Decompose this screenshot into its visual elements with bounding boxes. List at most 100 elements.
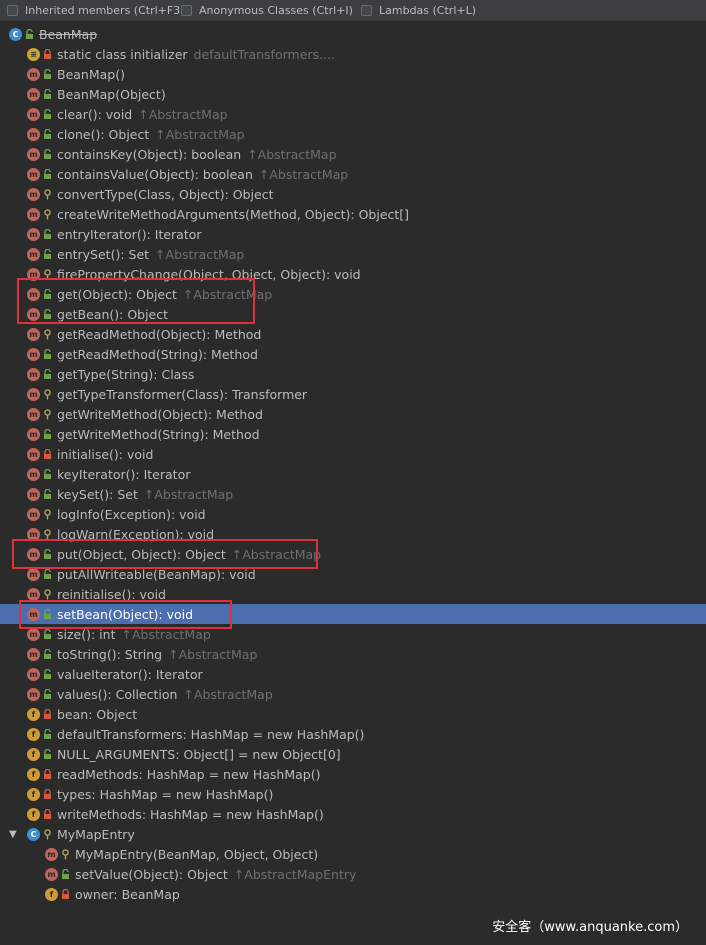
anonymous-classes-option[interactable]: Anonymous Classes (Ctrl+I) bbox=[181, 3, 353, 17]
protected-visibility-icon bbox=[43, 508, 52, 520]
anonymous-classes-label: Anonymous Classes (Ctrl+I) bbox=[199, 3, 353, 17]
public-visibility-icon bbox=[43, 628, 52, 640]
public-visibility-icon bbox=[43, 68, 52, 80]
inherited-members-checkbox[interactable] bbox=[7, 4, 18, 16]
protected-visibility-icon bbox=[43, 528, 52, 540]
tree-item-label: MyMapEntry bbox=[57, 826, 135, 842]
tree-item-label: keySet(): Set bbox=[57, 486, 138, 502]
tree-item-gettypetransformer[interactable]: m getTypeTransformer(Class): Transformer bbox=[0, 384, 706, 404]
tree-item-getwritemethod[interactable]: m getWriteMethod(String): Method bbox=[0, 424, 706, 444]
inherited-from-label: ↑AbstractMap bbox=[155, 126, 245, 142]
tree-item-label: getWriteMethod(String): Method bbox=[57, 426, 260, 442]
method-icon: m bbox=[27, 467, 40, 481]
tree-item-size[interactable]: m size(): int ↑AbstractMap bbox=[0, 624, 706, 644]
tree-item-label: containsKey(Object): boolean bbox=[57, 146, 242, 162]
method-icon: m bbox=[27, 67, 40, 81]
tree-item-setvalue[interactable]: m setValue(Object): Object ↑AbstractMapEnt… bbox=[0, 864, 706, 884]
tree-item-get[interactable]: m get(Object): Object ↑AbstractMap bbox=[0, 284, 706, 304]
tree-item-label: get(Object): Object bbox=[57, 286, 177, 302]
private-visibility-icon bbox=[43, 448, 52, 460]
tree-item-entryset[interactable]: m entrySet(): Set ↑AbstractMap bbox=[0, 244, 706, 264]
anonymous-classes-checkbox[interactable] bbox=[181, 4, 192, 16]
public-visibility-icon bbox=[43, 728, 52, 740]
tree-item-initialise[interactable]: m initialise(): void bbox=[0, 444, 706, 464]
public-visibility-icon bbox=[43, 128, 52, 140]
expand-arrow-icon[interactable]: ▼ bbox=[9, 829, 17, 840]
tree-item-types[interactable]: f types: HashMap = new HashMap() bbox=[0, 784, 706, 804]
protected-visibility-icon bbox=[43, 588, 52, 600]
method-icon: m bbox=[27, 327, 40, 341]
tree-item-label: entryIterator(): Iterator bbox=[57, 226, 202, 242]
tree-item-label: types: HashMap = new HashMap() bbox=[57, 786, 274, 802]
tree-item-containskey[interactable]: m containsKey(Object): boolean ↑AbstractMa… bbox=[0, 144, 706, 164]
public-visibility-icon bbox=[43, 108, 52, 120]
tree-item-setbean[interactable]: m setBean(Object): void bbox=[0, 604, 706, 624]
protected-visibility-icon bbox=[61, 848, 70, 860]
tree-item-static-class-initializer[interactable]: ≡ static class initializer defaultTransfor… bbox=[0, 44, 706, 64]
tree-item-tostring[interactable]: m toString(): String ↑AbstractMap bbox=[0, 644, 706, 664]
tree-item-converttype[interactable]: m convertType(Class, Object): Object bbox=[0, 184, 706, 204]
tree-item-getreadmethod[interactable]: m getReadMethod(Object): Method bbox=[0, 324, 706, 344]
watermark: 安全客（www.anquanke.com） bbox=[492, 920, 688, 935]
public-visibility-icon bbox=[25, 28, 34, 40]
inherited-from-label: ↑AbstractMap bbox=[121, 626, 211, 642]
tree-item-logwarn[interactable]: m logWarn(Exception): void bbox=[0, 524, 706, 544]
tree-item-label: setBean(Object): void bbox=[57, 606, 194, 622]
tree-item-bean[interactable]: f bean: Object bbox=[0, 704, 706, 724]
tree-item-createwritemethodarguments[interactable]: m createWriteMethodArguments(Method, Obje… bbox=[0, 204, 706, 224]
tree-item-label: writeMethods: HashMap = new HashMap() bbox=[57, 806, 324, 822]
tree-item-mymapentry[interactable]: ▼ C MyMapEntry bbox=[0, 824, 706, 844]
tree-item-loginfo[interactable]: m logInfo(Exception): void bbox=[0, 504, 706, 524]
tree-item-beanmap[interactable]: m BeanMap(Object) bbox=[0, 84, 706, 104]
lambdas-checkbox[interactable] bbox=[361, 4, 372, 16]
method-icon: m bbox=[27, 347, 40, 361]
tree-item-keyiterator[interactable]: m keyIterator(): Iterator bbox=[0, 464, 706, 484]
tree-item-clone[interactable]: m clone(): Object ↑AbstractMap bbox=[0, 124, 706, 144]
tree-item-null-arguments[interactable]: f NULL_ARGUMENTS: Object[] = new Object[0… bbox=[0, 744, 706, 764]
tree-item-entryiterator[interactable]: m entryIterator(): Iterator bbox=[0, 224, 706, 244]
method-icon: m bbox=[27, 407, 40, 421]
public-visibility-icon bbox=[43, 488, 52, 500]
tree-item-mymapentry[interactable]: m MyMapEntry(BeanMap, Object, Object) bbox=[0, 844, 706, 864]
method-icon: m bbox=[27, 527, 40, 541]
inherited-members-option[interactable]: Inherited members (Ctrl+F3) bbox=[7, 3, 185, 17]
tree-item-label: setValue(Object): Object bbox=[75, 866, 228, 882]
tree-item-getbean[interactable]: m getBean(): Object bbox=[0, 304, 706, 324]
tree-item-containsvalue[interactable]: m containsValue(Object): boolean ↑Abstract… bbox=[0, 164, 706, 184]
tree-item-put[interactable]: m put(Object, Object): Object ↑AbstractMap bbox=[0, 544, 706, 564]
tree-item-label: firePropertyChange(Object, Object, Objec… bbox=[57, 266, 361, 282]
tree-item-gettype[interactable]: m getType(String): Class bbox=[0, 364, 706, 384]
inherited-from-label: ↑AbstractMap bbox=[247, 146, 337, 162]
public-visibility-icon bbox=[43, 88, 52, 100]
tree-root-beanmap[interactable]: C BeanMap bbox=[0, 24, 706, 44]
tree-item-label: size(): int bbox=[57, 626, 116, 642]
public-visibility-icon bbox=[43, 648, 52, 660]
tree-item-writemethods[interactable]: f writeMethods: HashMap = new HashMap() bbox=[0, 804, 706, 824]
method-icon: m bbox=[27, 247, 40, 261]
tree-item-label: owner: BeanMap bbox=[75, 886, 180, 902]
tree-item-valueiterator[interactable]: m valueIterator(): Iterator bbox=[0, 664, 706, 684]
tree-item-firepropertychange[interactable]: m firePropertyChange(Object, Object, Obje… bbox=[0, 264, 706, 284]
tree-item-owner[interactable]: f owner: BeanMap bbox=[0, 884, 706, 904]
tree-item-values[interactable]: m values(): Collection ↑AbstractMap bbox=[0, 684, 706, 704]
protected-visibility-icon bbox=[43, 328, 52, 340]
method-icon: m bbox=[27, 647, 40, 661]
tree-item-getreadmethod[interactable]: m getReadMethod(String): Method bbox=[0, 344, 706, 364]
tree-item-label: getTypeTransformer(Class): Transformer bbox=[57, 386, 308, 402]
method-icon: m bbox=[27, 87, 40, 101]
tree-item-readmethods[interactable]: f readMethods: HashMap = new HashMap() bbox=[0, 764, 706, 784]
tree-item-beanmap[interactable]: m BeanMap() bbox=[0, 64, 706, 84]
tree-item-reinitialise[interactable]: m reinitialise(): void bbox=[0, 584, 706, 604]
tree-item-getwritemethod[interactable]: m getWriteMethod(Object): Method bbox=[0, 404, 706, 424]
tree-item-label: defaultTransformers: HashMap = new HashM… bbox=[57, 726, 365, 742]
method-icon: m bbox=[27, 307, 40, 321]
tree-item-label: clear(): void bbox=[57, 106, 133, 122]
lambdas-option[interactable]: Lambdas (Ctrl+L) bbox=[361, 3, 476, 17]
tree-item-clear[interactable]: m clear(): void ↑AbstractMap bbox=[0, 104, 706, 124]
tree-item-keyset[interactable]: m keySet(): Set ↑AbstractMap bbox=[0, 484, 706, 504]
tree-item-putallwriteable[interactable]: m putAllWriteable(BeanMap): void bbox=[0, 564, 706, 584]
public-visibility-icon bbox=[43, 548, 52, 560]
tree-item-defaulttransformers[interactable]: f defaultTransformers: HashMap = new Hash… bbox=[0, 724, 706, 744]
public-visibility-icon bbox=[61, 868, 70, 880]
inherited-from-label: ↑AbstractMap bbox=[168, 646, 258, 662]
